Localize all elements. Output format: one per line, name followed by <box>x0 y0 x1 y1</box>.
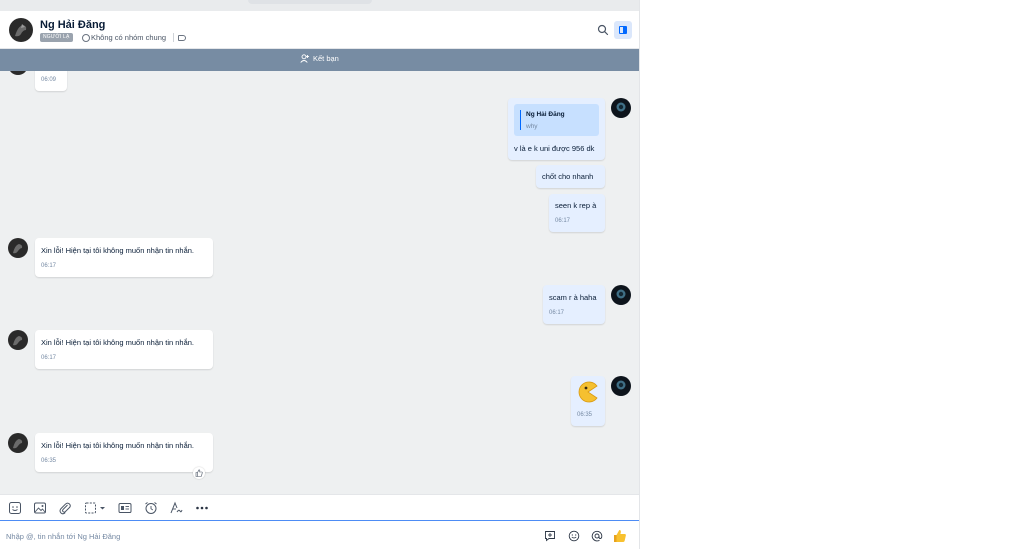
panel-icon <box>619 26 627 34</box>
add-friend-icon <box>300 54 309 63</box>
message-time: 06:17 <box>555 218 571 224</box>
quote-text: why <box>526 123 538 130</box>
outgoing-message[interactable]: scam r à haha 06:17 <box>543 285 605 324</box>
quick-message-icon[interactable] <box>544 530 556 542</box>
reminder-icon[interactable] <box>144 501 158 515</box>
message-text: v là e k uni được 956 dk <box>514 144 595 153</box>
quoted-message[interactable]: Ng Hải Đăng why <box>514 104 599 136</box>
image-icon[interactable] <box>33 501 47 515</box>
message-text: Xin lỗi! Hiện tại tôi không muốn nhận ti… <box>41 338 195 347</box>
my-avatar <box>611 285 631 305</box>
stranger-badge: NGƯỜI LẠ <box>40 33 73 42</box>
incoming-message[interactable]: Xin lỗi! Hiện tại tôi không muốn nhận ti… <box>35 330 213 369</box>
outgoing-message[interactable]: chốt cho nhanh <box>536 165 605 188</box>
composer-toolbar <box>0 494 639 520</box>
sticker-icon[interactable] <box>8 501 22 515</box>
message-text: scam r à haha <box>549 293 597 302</box>
contact-avatar-small <box>10 71 26 75</box>
tag-icon[interactable] <box>178 35 186 41</box>
search-icon[interactable] <box>597 24 609 36</box>
pacman-sticker-icon <box>578 381 598 403</box>
group-status[interactable]: Không có nhóm chung <box>91 33 166 42</box>
my-avatar <box>611 376 631 396</box>
message-text: Xin lỗi! Hiện tại tôi không muốn nhận ti… <box>41 246 195 255</box>
outgoing-sticker-message[interactable]: 06:35 <box>571 376 605 426</box>
incoming-message[interactable]: Xin lỗi! Hiện tại tôi không muốn nhận ti… <box>35 238 213 277</box>
contact-avatar-small <box>8 330 28 350</box>
message-text: seen k rep à <box>555 201 597 210</box>
message-time: 06:17 <box>41 355 57 361</box>
add-friend-bar[interactable]: Kết bạn <box>0 49 639 71</box>
incoming-message[interactable]: Xin lỗi! Hiện tại tôi không muốn nhận ti… <box>35 433 213 472</box>
mention-icon[interactable] <box>591 530 603 542</box>
message-input[interactable] <box>6 530 526 542</box>
message-time: 06:17 <box>41 263 57 269</box>
format-text-icon[interactable] <box>169 501 183 515</box>
contact-avatar-small <box>8 433 28 453</box>
message-time: 06:35 <box>41 458 57 464</box>
add-friend-label: Kết bạn <box>313 54 339 63</box>
screenshot-icon[interactable] <box>84 501 108 515</box>
contact-avatar[interactable] <box>9 18 33 42</box>
quote-author: Ng Hải Đăng <box>526 111 565 118</box>
group-icon <box>82 34 90 42</box>
incoming-message[interactable]: 06:09 <box>35 71 67 91</box>
composer <box>0 520 639 549</box>
message-time: 06:17 <box>549 310 565 316</box>
contact-avatar-small <box>8 238 28 258</box>
top-pill <box>248 0 372 4</box>
outgoing-message[interactable]: seen k rep à 06:17 <box>549 194 605 232</box>
toggle-info-panel-button[interactable] <box>614 21 632 39</box>
contact-name[interactable]: Ng Hải Đăng <box>40 19 105 31</box>
outgoing-message[interactable]: Ng Hải Đăng why v là e k uni được 956 dk <box>508 98 605 160</box>
top-strip <box>0 0 639 11</box>
chat-window: Ng Hải Đăng NGƯỜI LẠ Không có nhóm chung… <box>0 0 640 549</box>
attachment-icon[interactable] <box>58 501 72 515</box>
my-avatar <box>611 98 631 118</box>
thumbs-up-outline-icon <box>195 469 203 477</box>
quote-bar <box>520 110 521 130</box>
chat-header: Ng Hải Đăng NGƯỜI LẠ Không có nhóm chung <box>0 11 639 49</box>
header-divider <box>173 33 174 42</box>
message-text: chốt cho nhanh <box>542 172 594 181</box>
message-time: 06:35 <box>577 412 593 418</box>
more-icon[interactable] <box>195 501 209 515</box>
message-text: Xin lỗi! Hiện tại tôi không muốn nhận ti… <box>41 441 195 450</box>
message-list[interactable]: 06:09 Ng Hải Đăng why v là e k uni được … <box>0 71 639 494</box>
empty-side-area <box>641 0 1024 549</box>
react-like-button[interactable] <box>193 467 205 479</box>
business-card-icon[interactable] <box>118 501 132 515</box>
message-time: 06:09 <box>41 77 57 83</box>
emoji-icon[interactable] <box>568 530 580 542</box>
thumbs-up-icon[interactable] <box>613 529 627 543</box>
